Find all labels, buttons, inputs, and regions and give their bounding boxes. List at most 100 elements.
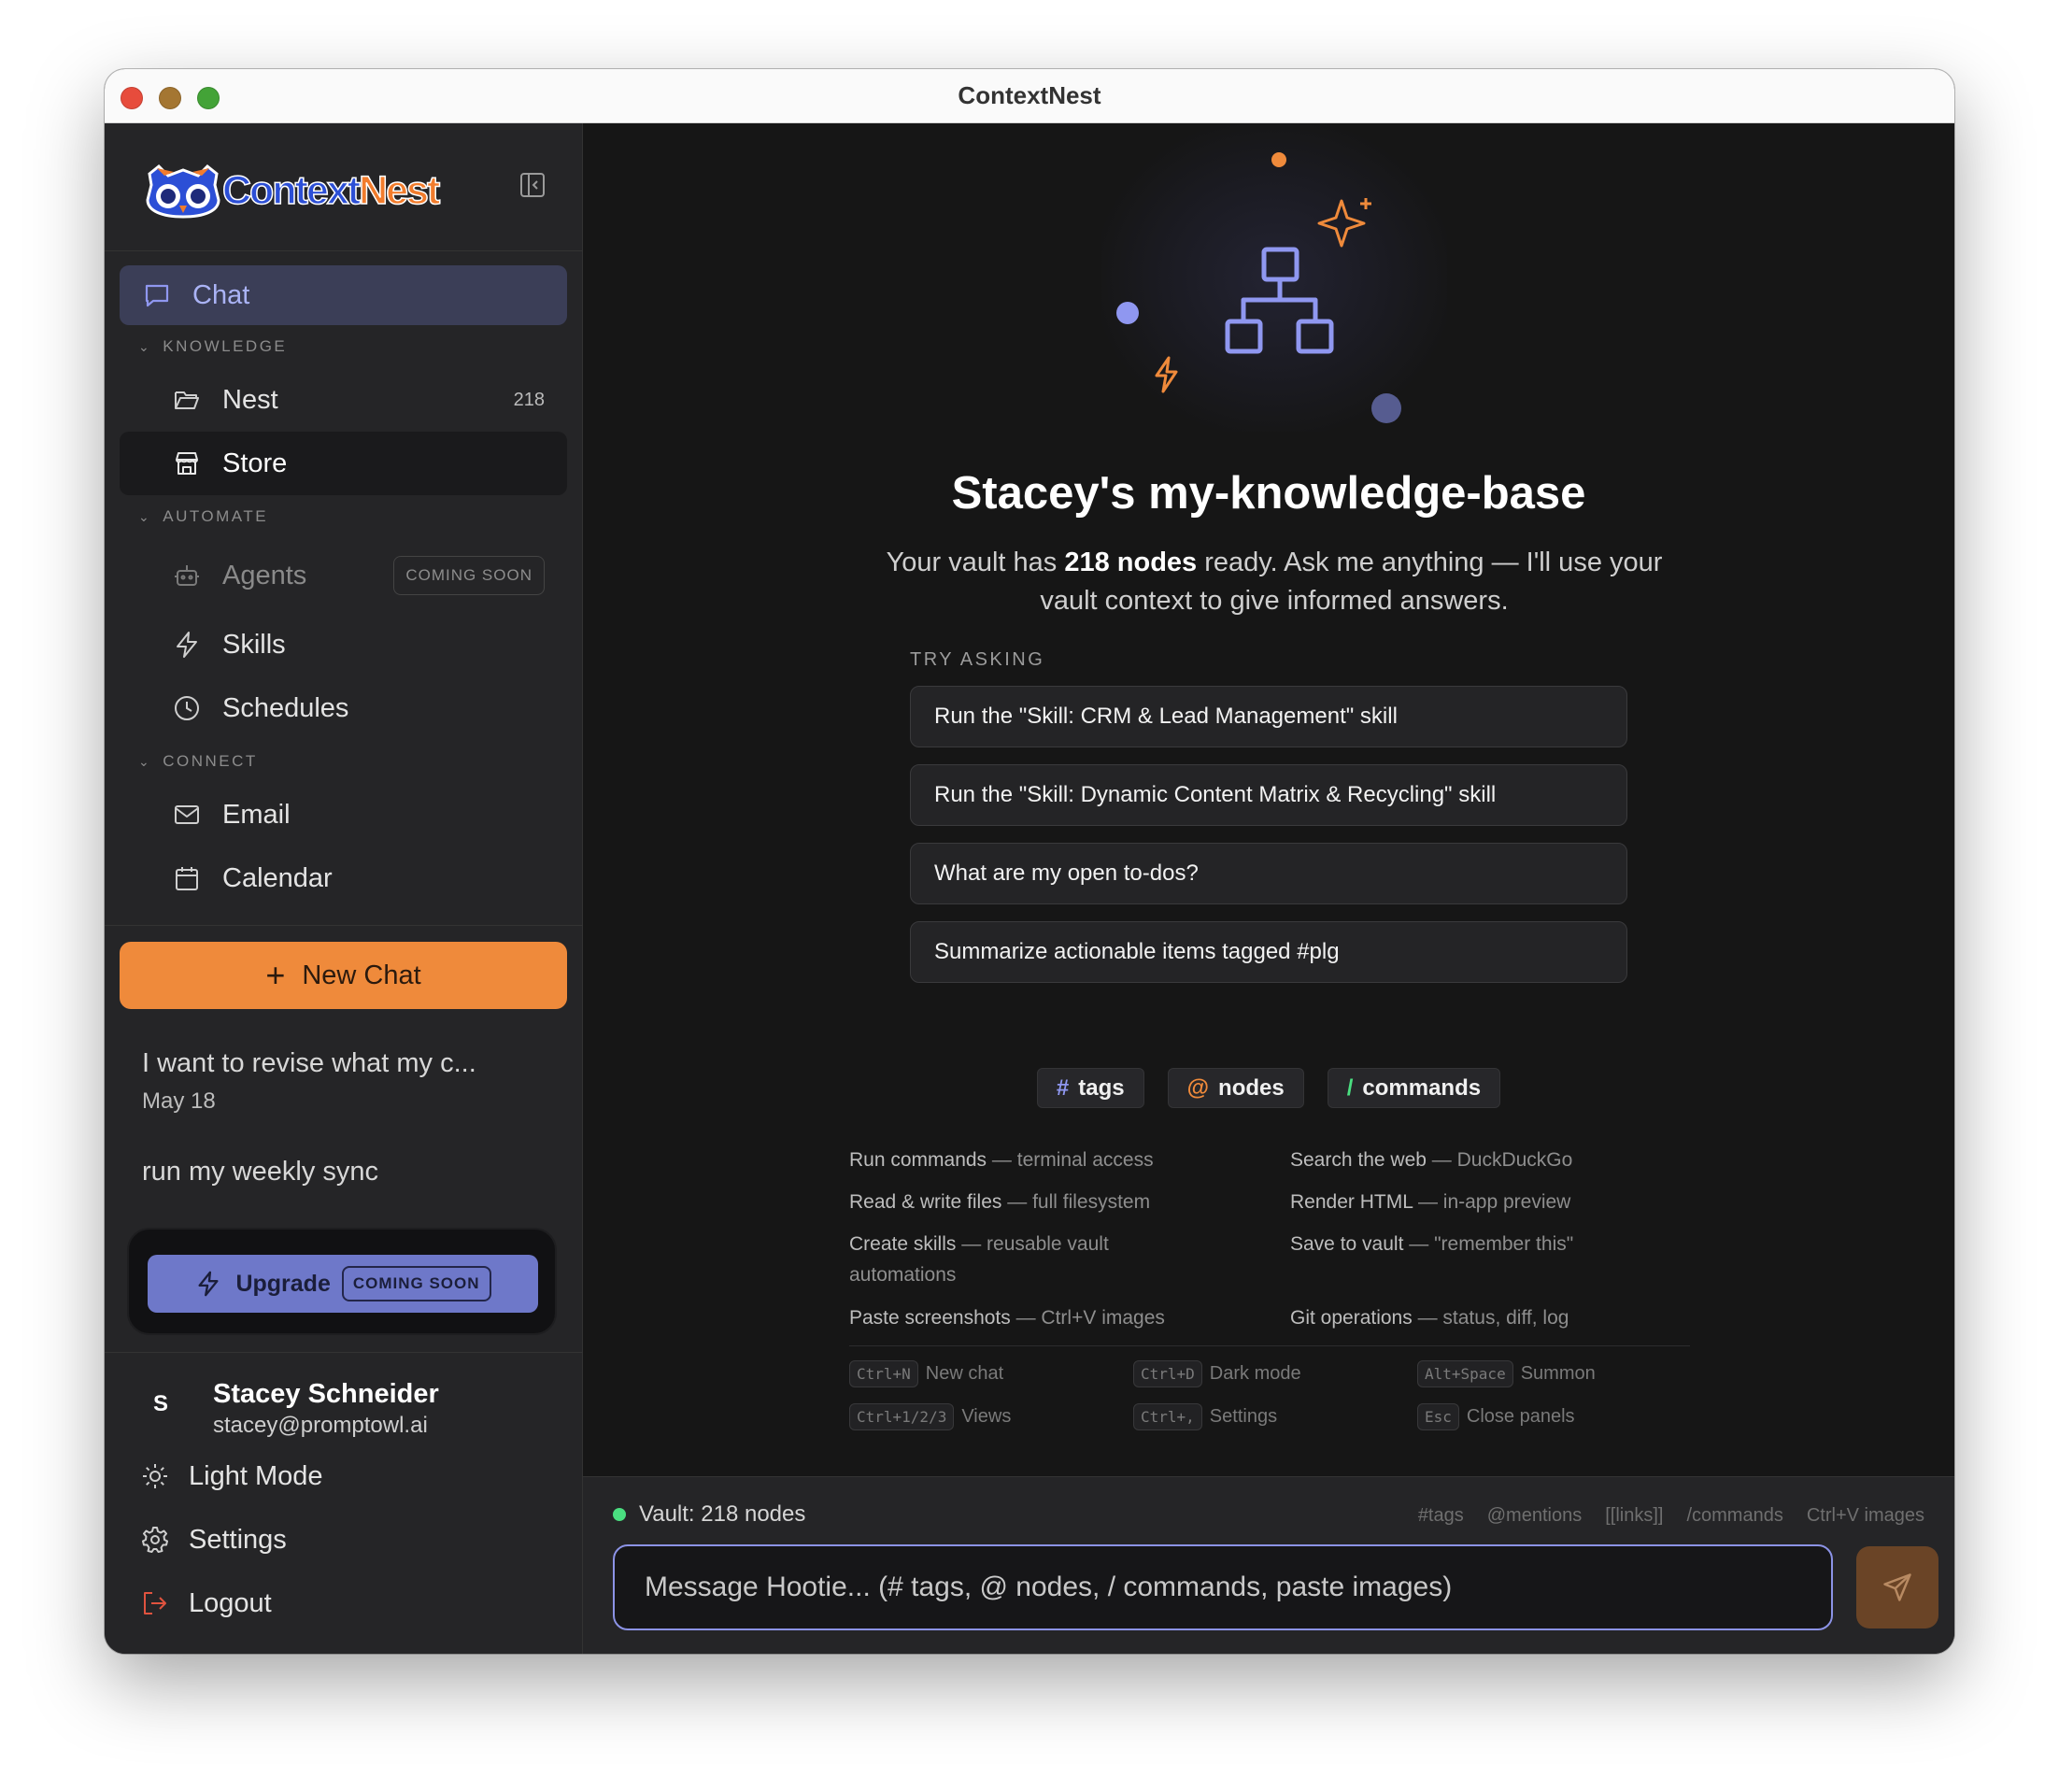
section-knowledge[interactable]: ⌄ KNOWLEDGE — [120, 325, 567, 368]
light-mode-toggle[interactable]: Light Mode — [105, 1444, 582, 1508]
sun-icon — [140, 1461, 170, 1491]
upgrade-panel: Upgrade COMING SOON — [127, 1228, 557, 1335]
sidebar-item-label: Schedules — [222, 692, 349, 723]
close-window-button[interactable] — [121, 87, 143, 109]
sidebar-item-email[interactable]: Email — [120, 783, 567, 846]
capability-item: Create skills — reusable vault automatio… — [849, 1233, 1109, 1286]
kbd-key: Esc — [1417, 1403, 1459, 1430]
suggestion-button[interactable]: Run the "Skill: Dynamic Content Matrix &… — [910, 764, 1627, 826]
history-item[interactable]: run my weekly sync — [142, 1157, 545, 1188]
status-dot — [613, 1508, 626, 1521]
suggestion-button[interactable]: What are my open to-dos? — [910, 843, 1627, 904]
section-automate[interactable]: ⌄ AUTOMATE — [120, 495, 567, 538]
minimize-window-button[interactable] — [159, 87, 181, 109]
settings-label: Settings — [189, 1524, 287, 1555]
history-item-title: I want to revise what my c... — [142, 1048, 476, 1078]
chip-nodes[interactable]: @ nodes — [1167, 1068, 1304, 1108]
clock-icon — [172, 693, 202, 723]
hint: [[links]] — [1605, 1505, 1664, 1526]
sidebar-item-label: Store — [222, 448, 288, 478]
logout-icon — [140, 1588, 170, 1618]
kbd-key: Alt+Space — [1417, 1360, 1513, 1387]
sidebar-item-store[interactable]: Store — [120, 432, 567, 495]
hero-illustration — [1116, 152, 1401, 423]
upgrade-button[interactable]: Upgrade COMING SOON — [148, 1255, 538, 1313]
sidebar: ContextNest Chat ⌄ KNOWLEDGE Nest 218 St… — [105, 123, 583, 1654]
lightning-icon — [1155, 356, 1178, 393]
kbd-key: Ctrl+, — [1133, 1403, 1202, 1430]
kbd-key: Ctrl+D — [1133, 1360, 1202, 1387]
chevron-down-icon: ⌄ — [138, 753, 152, 769]
send-button[interactable] — [1856, 1546, 1938, 1628]
logo-wordmark: ContextNest — [221, 167, 441, 213]
app-window: ContextNest ContextNest Chat ⌄ KNOWLEDGE… — [105, 69, 1954, 1654]
hint: /commands — [1686, 1505, 1783, 1526]
shortcut-hint: Alt+Space Summon — [1417, 1360, 1596, 1387]
folder-open-icon — [172, 385, 202, 415]
user-panel: S Stacey Schneider stacey@promptowl.ai L… — [105, 1352, 582, 1635]
capability-item: Paste screenshots — Ctrl+V images — [849, 1307, 1165, 1329]
chevron-down-icon: ⌄ — [138, 508, 152, 524]
sidebar-item-label: Email — [222, 799, 291, 830]
new-chat-button[interactable]: + New Chat — [120, 942, 567, 1009]
section-label: CONNECT — [163, 752, 258, 770]
chip-tags[interactable]: # tags — [1036, 1068, 1144, 1108]
syntax-chips: # tags @ nodes / commands — [583, 1068, 1954, 1108]
user-name: Stacey Schneider — [213, 1379, 439, 1409]
window-controls — [121, 87, 220, 109]
capability-item: Render HTML — in-app preview — [1290, 1191, 1571, 1213]
coming-soon-badge: COMING SOON — [393, 556, 545, 595]
user-email: stacey@promptowl.ai — [213, 1413, 428, 1438]
section-label: KNOWLEDGE — [163, 337, 288, 355]
sidebar-collapse-icon — [520, 173, 545, 197]
calendar-icon — [172, 863, 202, 893]
new-chat-label: New Chat — [302, 960, 421, 990]
sparkle-icon — [1317, 198, 1371, 248]
window-title: ContextNest — [958, 81, 1101, 109]
sidebar-item-schedules[interactable]: Schedules — [120, 676, 567, 740]
gear-icon — [140, 1525, 170, 1555]
send-icon — [1883, 1573, 1911, 1601]
chip-commands[interactable]: / commands — [1327, 1068, 1501, 1108]
sidebar-item-agents: Agents COMING SOON — [120, 538, 567, 613]
page-subtitle: Your vault has 218 nodes ready. Ask me a… — [886, 548, 1663, 616]
avatar: S — [152, 1391, 168, 1416]
sidebar-item-nest[interactable]: Nest 218 — [120, 368, 567, 432]
orange-dot — [1271, 152, 1286, 167]
capability-item: Search the web — DuckDuckGo — [1290, 1149, 1573, 1171]
collapse-sidebar-button[interactable] — [518, 170, 547, 200]
nest-count-badge: 218 — [513, 389, 545, 410]
sidebar-item-calendar[interactable]: Calendar — [120, 846, 567, 910]
hint: #tags — [1417, 1505, 1464, 1526]
settings-link[interactable]: Settings — [105, 1508, 582, 1572]
history-item[interactable]: I want to revise what my c... May 18 — [142, 1048, 545, 1115]
store-icon — [172, 448, 202, 478]
shortcut-hint: Ctrl+D Dark mode — [1133, 1360, 1301, 1387]
history-item-date: May 18 — [142, 1088, 216, 1114]
sidebar-item-chat[interactable]: Chat — [120, 265, 567, 325]
capability-item: Read & write files — full filesystem — [849, 1191, 1151, 1213]
user-profile[interactable]: S Stacey Schneider stacey@promptowl.ai — [105, 1353, 582, 1444]
main-panel: Stacey's my-knowledge-base Your vault ha… — [583, 123, 1954, 1654]
sidebar-item-label: Agents — [222, 560, 307, 590]
plus-icon: + — [265, 956, 286, 994]
message-input[interactable] — [613, 1544, 1833, 1630]
sitemap-icon — [1225, 247, 1334, 354]
light-mode-label: Light Mode — [189, 1460, 323, 1491]
chat-bubble-icon — [142, 280, 172, 310]
suggestion-button[interactable]: Summarize actionable items tagged #plg — [910, 921, 1627, 983]
logout-link[interactable]: Logout — [105, 1572, 582, 1635]
page-title: Stacey's my-knowledge-base — [951, 468, 1586, 519]
maximize-window-button[interactable] — [197, 87, 220, 109]
sidebar-item-skills[interactable]: Skills — [120, 613, 567, 676]
section-label: AUTOMATE — [163, 507, 269, 525]
robot-icon — [172, 561, 202, 590]
suggestion-button[interactable]: Run the "Skill: CRM & Lead Management" s… — [910, 686, 1627, 747]
hint: @mentions — [1486, 1505, 1583, 1526]
section-connect[interactable]: ⌄ CONNECT — [120, 740, 567, 783]
shortcut-hint: Ctrl+, Settings — [1133, 1403, 1277, 1430]
capability-item: Git operations — status, diff, log — [1290, 1307, 1569, 1329]
coming-soon-badge: COMING SOON — [341, 1266, 491, 1301]
shortcut-hint: Esc Close panels — [1417, 1403, 1575, 1430]
sidebar-nav: Chat ⌄ KNOWLEDGE Nest 218 Store ⌄ AUTOMA… — [105, 251, 582, 926]
